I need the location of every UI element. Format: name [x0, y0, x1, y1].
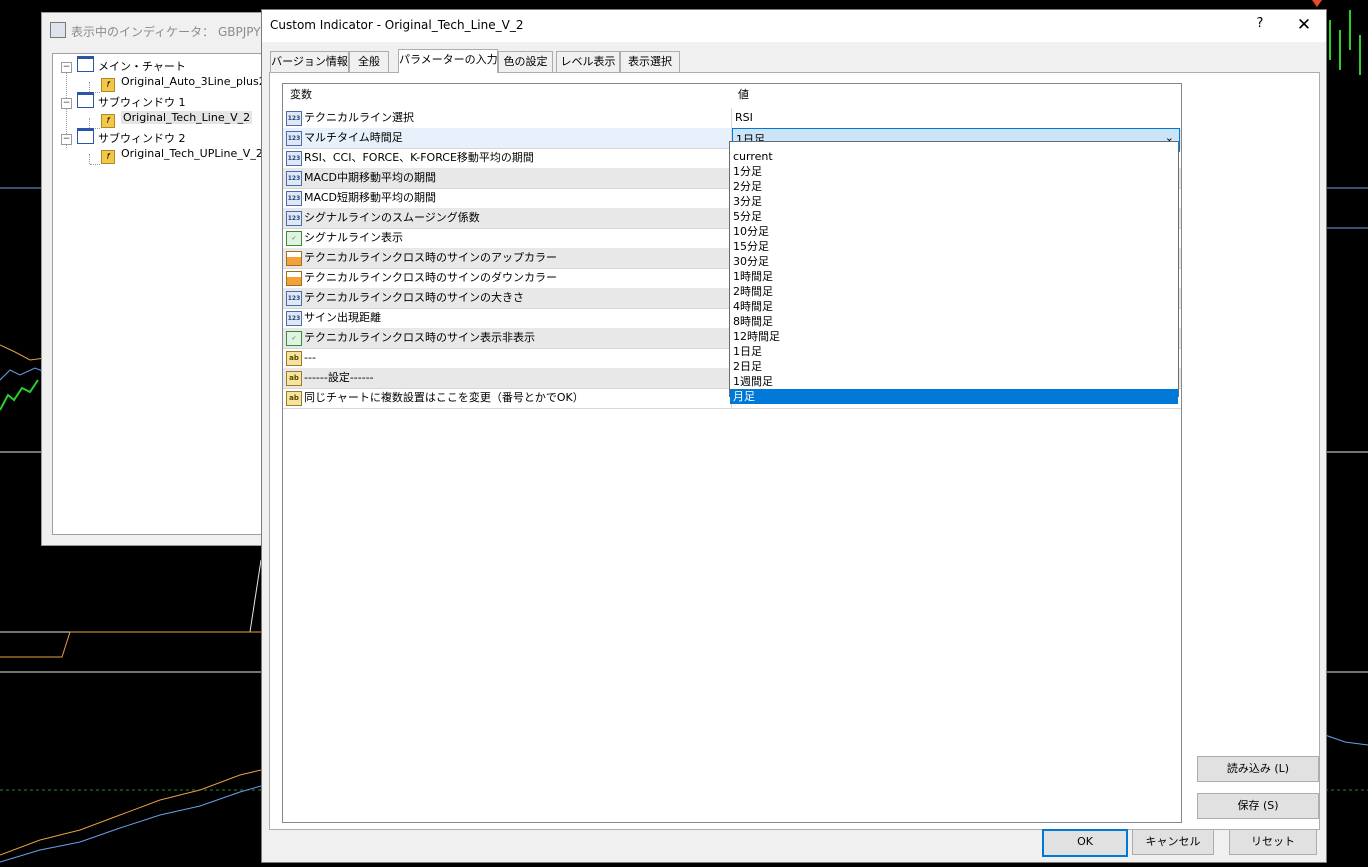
param-name: シグナルライン表示 — [304, 231, 403, 244]
bool-type-icon: ✓ — [286, 331, 302, 346]
color-type-icon — [286, 251, 302, 266]
dropdown-option[interactable]: 30分足 — [730, 254, 1178, 269]
number-type-icon: 123 — [286, 191, 302, 206]
indicator-list-window: 表示中のインディケータ： GBPJPYp,H1 − メイン・チャート f Origi… — [41, 12, 280, 546]
dropdown-option[interactable]: 月足 — [730, 389, 1178, 404]
reset-button[interactable]: リセット — [1229, 829, 1317, 855]
number-type-icon: 123 — [286, 311, 302, 326]
param-name: シグナルラインのスムージング係数 — [304, 211, 480, 224]
param-name: --- — [304, 351, 316, 364]
number-type-icon: 123 — [286, 171, 302, 186]
number-type-icon: 123 — [286, 151, 302, 166]
column-value[interactable]: 値 — [738, 84, 749, 106]
dialog-title: Custom Indicator - Original_Tech_Line_V_… — [270, 18, 524, 32]
tab-parameters[interactable]: パラメーターの入力 — [398, 49, 498, 73]
grid-header: 変数 値 — [283, 84, 1181, 104]
param-name: MACD中期移動平均の期間 — [304, 171, 436, 184]
collapse-icon[interactable]: − — [61, 134, 72, 145]
tab-general[interactable]: 全般 — [349, 51, 389, 72]
param-row[interactable]: 123 テクニカルライン選択 RSI — [283, 108, 1181, 129]
param-name: テクニカルラインクロス時のサイン表示非表示 — [304, 331, 535, 344]
tab-colors[interactable]: 色の設定 — [498, 51, 553, 72]
indicator-tree: − メイン・チャート f Original_Auto_3Line_plus200 −… — [52, 53, 280, 535]
string-type-icon: ab — [286, 371, 302, 386]
collapse-icon[interactable]: − — [61, 62, 72, 73]
tree-node-indicator-selected[interactable]: f Original_Tech_Line_V_2 — [101, 110, 253, 128]
tab-version-info[interactable]: バージョン情報 — [270, 51, 349, 72]
param-name: テクニカルラインクロス時のサインのアップカラー — [304, 251, 557, 264]
param-name: マルチタイム時間足 — [304, 131, 403, 144]
tree-node-subwindow-1[interactable]: − サブウィンドウ 1 — [61, 92, 186, 109]
param-name: MACD短期移動平均の期間 — [304, 191, 436, 204]
dropdown-option[interactable]: 8時間足 — [730, 314, 1178, 329]
close-button[interactable]: ✕ — [1292, 14, 1316, 36]
dropdown-option[interactable]: 1週間足 — [730, 374, 1178, 389]
tree-node-indicator[interactable]: f Original_Tech_UPLine_V_2 — [101, 146, 263, 164]
number-type-icon: 123 — [286, 111, 302, 126]
param-name: テクニカルラインクロス時のサインの大きさ — [304, 291, 524, 304]
ok-button[interactable]: OK — [1042, 829, 1128, 857]
dialog-titlebar: Custom Indicator - Original_Tech_Line_V_… — [262, 10, 1326, 42]
string-type-icon: ab — [286, 391, 302, 406]
param-name: 同じチャートに複数設置はここを変更（番号とかでOK） — [304, 391, 584, 404]
cancel-button[interactable]: キャンセル — [1132, 829, 1214, 855]
param-name: テクニカルラインクロス時のサインのダウンカラー — [304, 271, 557, 284]
chart-window-icon — [77, 128, 94, 144]
tab-levels[interactable]: レベル表示 — [556, 51, 620, 72]
string-type-icon: ab — [286, 351, 302, 366]
tree-node-main-chart[interactable]: − メイン・チャート — [61, 56, 186, 73]
custom-indicator-dialog: Custom Indicator - Original_Tech_Line_V_… — [261, 9, 1327, 863]
dropdown-option[interactable]: 12時間足 — [730, 329, 1178, 344]
dropdown-option[interactable]: 10分足 — [730, 224, 1178, 239]
timeframe-dropdown-list: current 1分足 2分足 3分足 5分足 10分足 15分足 30分足 1時間足 2時間足 4… — [729, 141, 1179, 404]
bool-type-icon: ✓ — [286, 231, 302, 246]
indicator-icon: f — [101, 114, 115, 128]
chart-window-icon — [77, 92, 94, 108]
indicator-list-title: 表示中のインディケータ： GBPJPYp,H1 — [50, 22, 275, 40]
number-type-icon: 123 — [286, 211, 302, 226]
number-type-icon: 123 — [286, 131, 302, 146]
load-button[interactable]: 読み込み (L) — [1197, 756, 1319, 782]
chart-window-icon — [77, 56, 94, 72]
dropdown-option[interactable]: 1分足 — [730, 164, 1178, 179]
column-divider — [731, 108, 732, 128]
param-name: サイン出現距離 — [304, 311, 381, 324]
color-type-icon — [286, 271, 302, 286]
dropdown-option[interactable]: current — [730, 149, 1178, 164]
column-variable[interactable]: 変数 — [290, 84, 312, 106]
save-button[interactable]: 保存 (S) — [1197, 793, 1319, 819]
collapse-icon[interactable]: − — [61, 98, 72, 109]
tab-visualization[interactable]: 表示選択 — [620, 51, 680, 72]
number-type-icon: 123 — [286, 291, 302, 306]
window-icon — [50, 22, 66, 38]
indicator-list-title-text: 表示中のインディケータ： GBPJPYp,H1 — [71, 25, 275, 39]
param-value[interactable]: RSI — [735, 108, 753, 128]
dropdown-option[interactable]: 2日足 — [730, 359, 1178, 374]
dropdown-option[interactable]: 3分足 — [730, 194, 1178, 209]
dropdown-option[interactable]: 2時間足 — [730, 284, 1178, 299]
tree-node-indicator[interactable]: f Original_Auto_3Line_plus200 — [101, 74, 280, 92]
param-name: テクニカルライン選択 — [304, 111, 414, 124]
indicator-icon: f — [101, 150, 115, 164]
tree-node-subwindow-2[interactable]: − サブウィンドウ 2 — [61, 128, 186, 145]
indicator-icon: f — [101, 78, 115, 92]
param-name: RSI、CCI、FORCE、K-FORCE移動平均の期間 — [304, 151, 534, 164]
help-button[interactable]: ? — [1250, 16, 1270, 36]
dropdown-option[interactable]: 5分足 — [730, 209, 1178, 224]
dropdown-option[interactable]: 4時間足 — [730, 299, 1178, 314]
dropdown-option[interactable]: 2分足 — [730, 179, 1178, 194]
dropdown-option[interactable]: 1時間足 — [730, 269, 1178, 284]
param-name: ------設定------ — [304, 371, 374, 384]
dropdown-option[interactable]: 1日足 — [730, 344, 1178, 359]
dropdown-option[interactable]: 15分足 — [730, 239, 1178, 254]
